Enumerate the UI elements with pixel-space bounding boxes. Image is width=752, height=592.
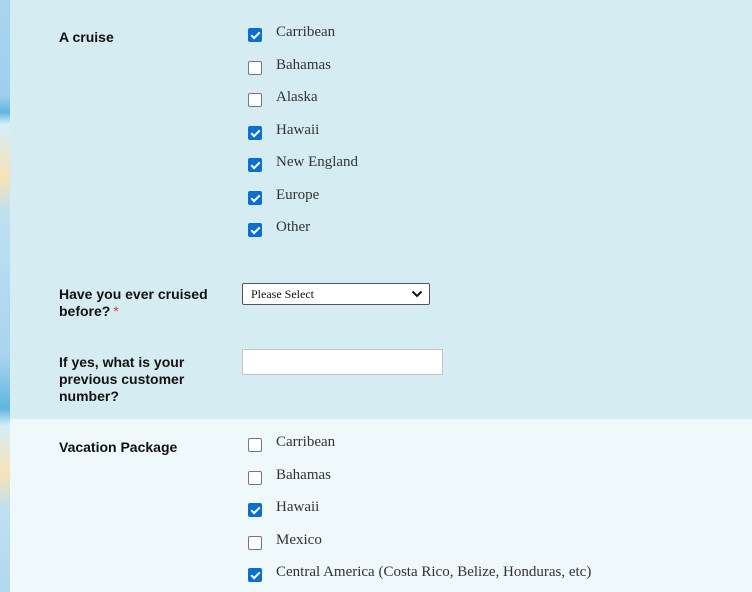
cruised-before-label-line1: Have you ever cruised [59,286,208,302]
checkbox[interactable] [248,536,262,550]
checkbox-label: Carribean [276,24,336,40]
checkbox[interactable] [248,568,262,582]
customer-number-label: If yes, what is your previous customer n… [59,354,184,405]
checkbox-label: Bahamas [276,57,331,73]
checkbox-label: Hawaii [276,499,320,515]
required-asterisk: * [113,303,119,319]
cruise-label: A cruise [59,29,114,45]
cruised-before-select[interactable]: Please Select [242,283,430,305]
checkbox[interactable] [248,28,262,42]
checkbox[interactable] [248,503,262,517]
cruised-before-text: before? [59,303,111,319]
checkbox-label: Europe [276,187,320,203]
checkbox[interactable] [248,438,262,452]
background-image-edge [0,0,10,592]
checkbox[interactable] [248,61,262,75]
customer-number-input[interactable] [242,349,443,375]
checkbox-label: Carribean [276,434,336,450]
form-section-vacation-package: Vacation Package Carribean Bahamas Hawai… [10,419,752,592]
checkbox-label: Mexico [276,532,322,548]
cruised-before-label-line2: before? * [59,303,208,320]
checkbox-label: Bahamas [276,467,331,483]
cruised-before-label: Have you ever cruised before? * [59,286,208,320]
checkbox-label: New England [276,154,359,170]
customer-number-label-line1: If yes, what is your [59,354,185,370]
checkbox[interactable] [248,471,262,485]
checkbox[interactable] [248,191,262,205]
checkbox[interactable] [248,223,262,237]
checkbox-label: Other [276,219,311,235]
checkbox-label: Hawaii [276,122,320,138]
chevron-down-icon [411,290,423,298]
checkbox-label: Central America (Costa Rico, Belize, Hon… [276,564,592,580]
vacation-package-label: Vacation Package [59,439,178,455]
select-value: Please Select [251,287,314,301]
checkbox-label: Alaska [276,89,318,105]
customer-number-label-line3: number? [59,388,119,404]
checkbox[interactable] [248,126,262,140]
checkbox[interactable] [248,158,262,172]
checkbox[interactable] [248,93,262,107]
customer-number-label-line2: previous customer [59,371,185,387]
